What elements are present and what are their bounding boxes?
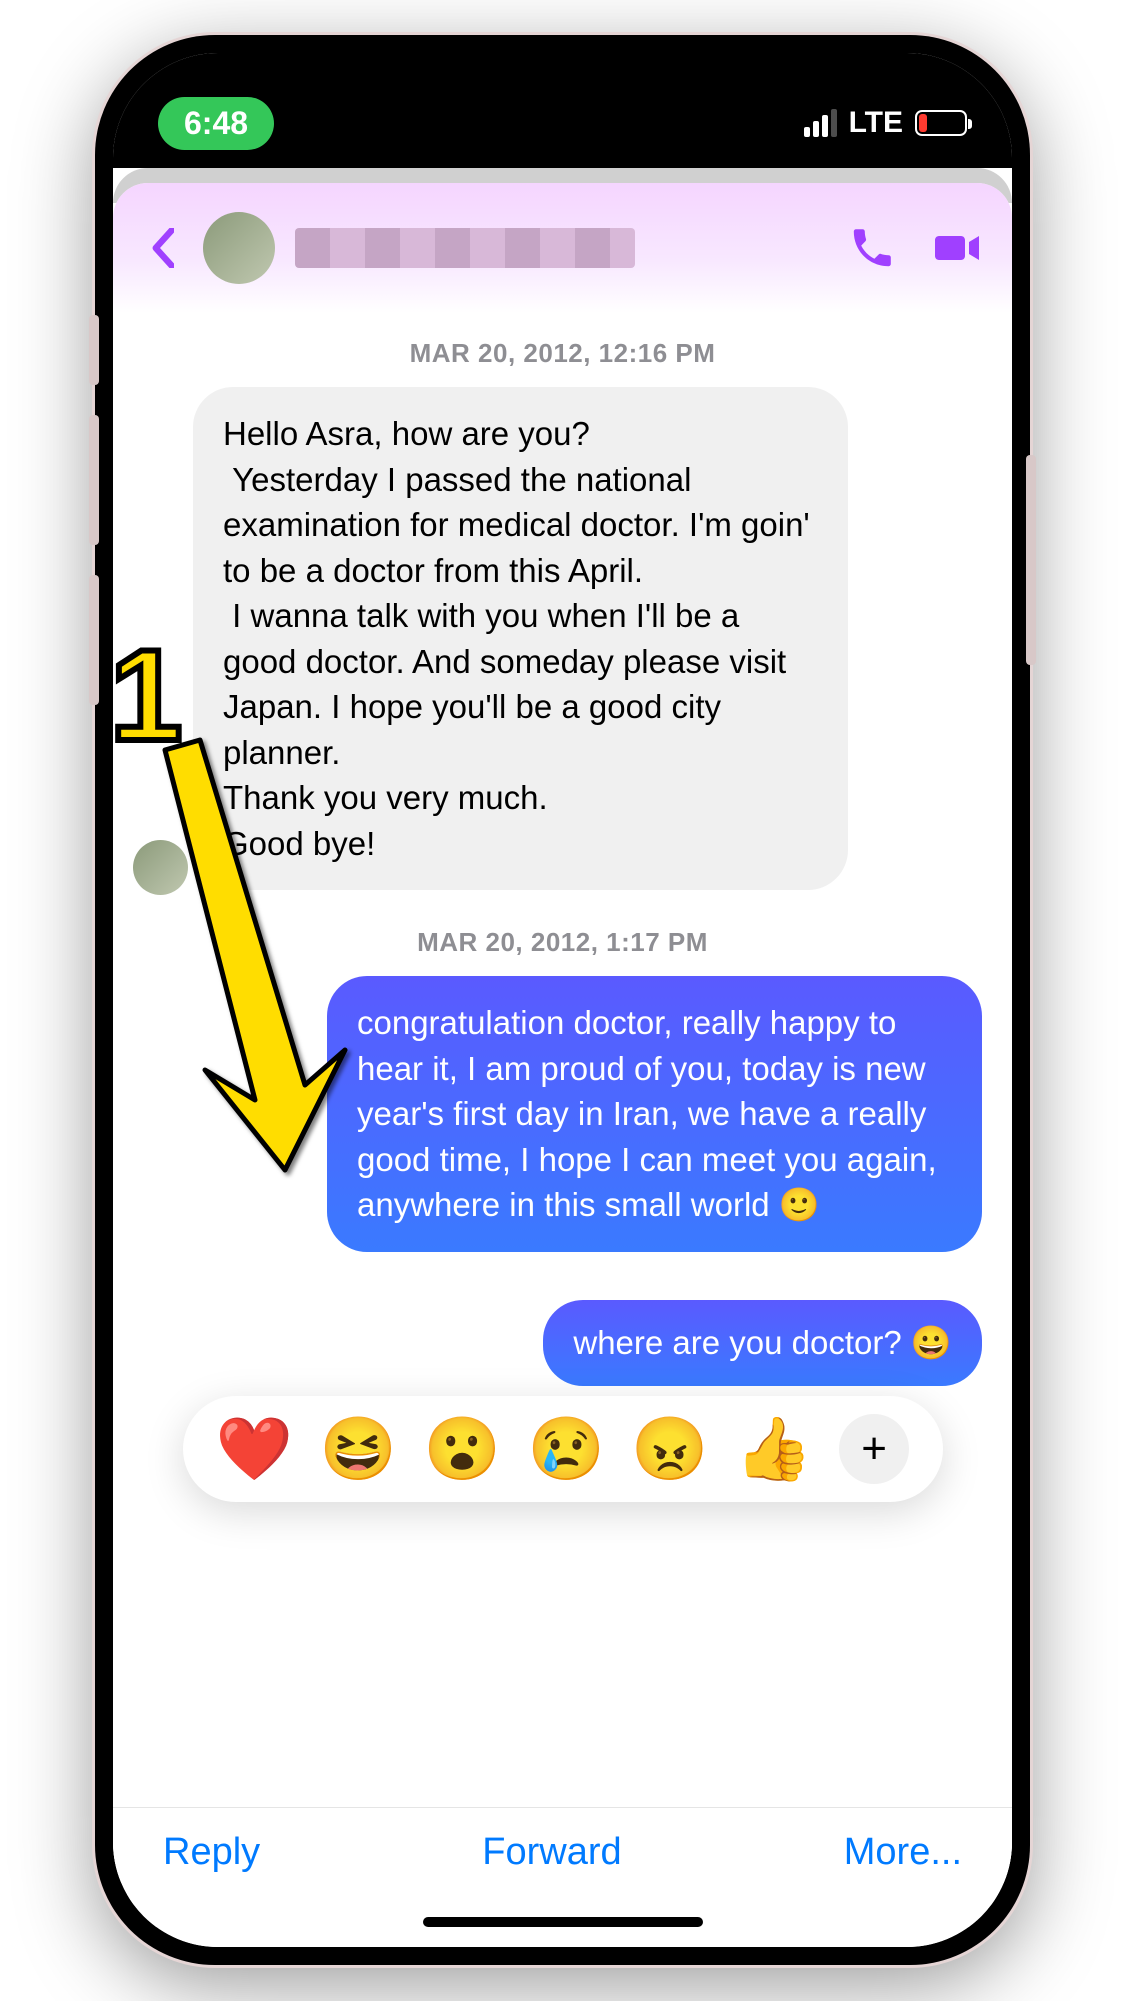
audio-call-button[interactable] — [847, 223, 897, 273]
annotation-arrow-icon — [140, 720, 380, 1180]
back-button[interactable] — [143, 228, 183, 268]
reaction-wow[interactable]: 😮 — [424, 1413, 501, 1486]
home-indicator[interactable] — [423, 1917, 703, 1927]
message-bubble-3[interactable]: where are you doctor? 😀 — [543, 1300, 982, 1386]
forward-button[interactable]: Forward — [482, 1831, 621, 1874]
reaction-sad[interactable]: 😢 — [527, 1413, 604, 1486]
message-row-sent-2: where are you doctor? 😀 — [143, 1300, 982, 1386]
mute-switch — [89, 315, 99, 385]
time-pill[interactable]: 6:48 — [158, 97, 274, 150]
header-actions — [847, 223, 982, 273]
more-button[interactable]: More... — [844, 1831, 962, 1874]
volume-up-button — [89, 415, 99, 545]
chevron-left-icon — [152, 228, 174, 268]
annotation-number-1: 1 — [110, 620, 182, 770]
video-icon — [933, 224, 981, 272]
reaction-laugh[interactable]: 😆 — [320, 1413, 397, 1486]
status-indicators: LTE — [804, 106, 967, 140]
reaction-heart[interactable]: ❤️ — [216, 1413, 293, 1486]
power-button — [1026, 455, 1036, 665]
dynamic-island — [453, 81, 673, 133]
reply-button[interactable]: Reply — [163, 1831, 260, 1874]
timestamp-1: MAR 20, 2012, 12:16 PM — [113, 313, 1012, 387]
contact-avatar[interactable] — [203, 212, 275, 284]
reaction-thumbs-up[interactable]: 👍 — [735, 1413, 812, 1486]
reaction-add-button[interactable]: + — [839, 1414, 909, 1484]
phone-icon — [848, 224, 896, 272]
battery-icon — [915, 110, 967, 136]
timestamp-obscured — [143, 1264, 982, 1300]
network-label: LTE — [849, 106, 903, 140]
video-call-button[interactable] — [932, 223, 982, 273]
contact-name-redacted[interactable] — [295, 228, 635, 268]
action-bar: Reply Forward More... — [113, 1807, 1012, 1927]
signal-bars-icon — [804, 109, 837, 137]
reaction-picker: ❤️ 😆 😮 😢 😠 👍 + — [183, 1396, 943, 1502]
message-bubble-2[interactable]: congratulation doctor, really happy to h… — [327, 976, 982, 1252]
chat-header — [113, 183, 1012, 313]
reaction-angry[interactable]: 😠 — [631, 1413, 708, 1486]
volume-down-button — [89, 575, 99, 705]
